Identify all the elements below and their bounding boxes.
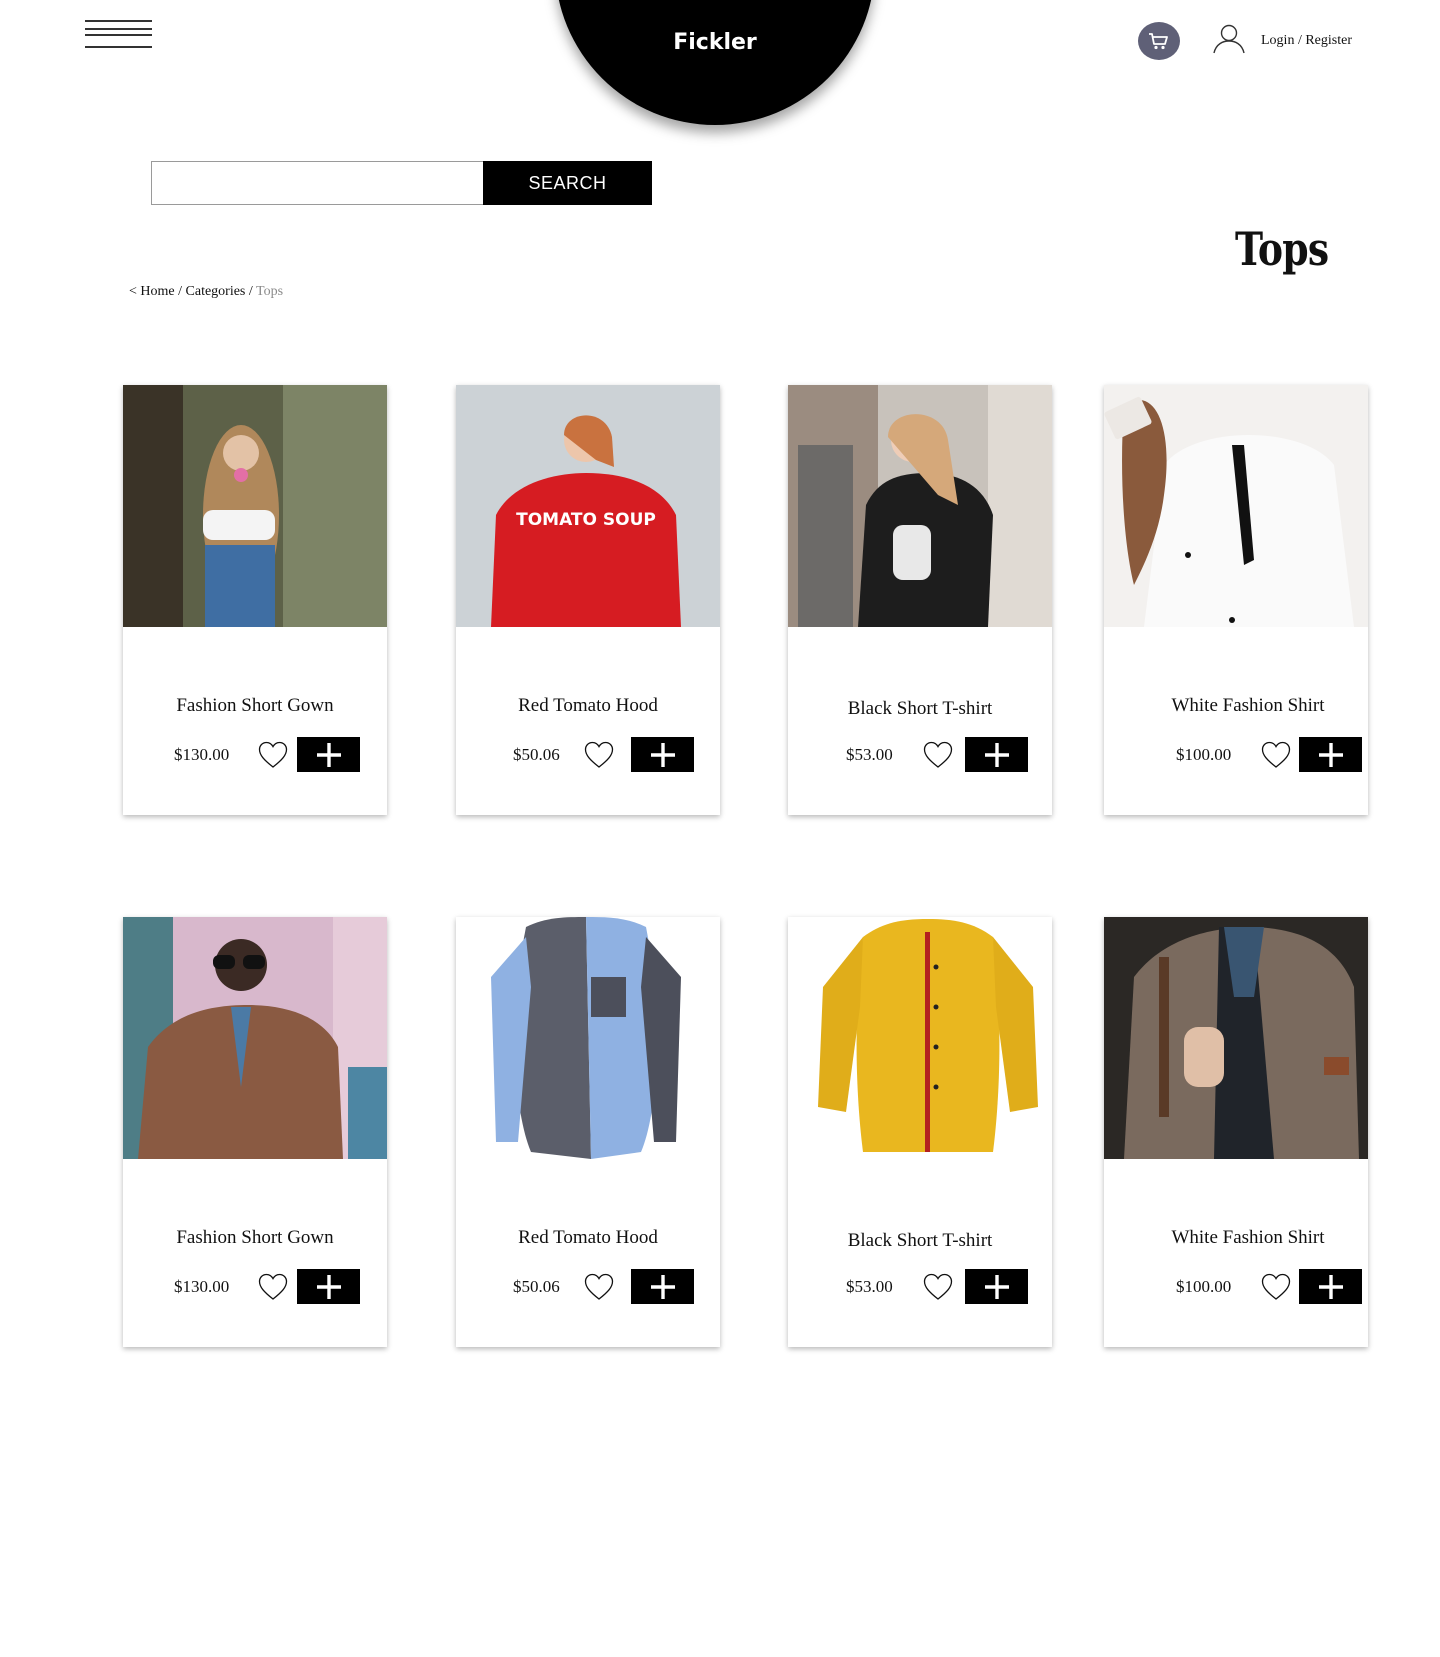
add-to-cart-button[interactable] <box>631 1269 694 1304</box>
product-card[interactable]: Black Short T-shirt $53.00 <box>788 917 1052 1347</box>
add-to-cart-button[interactable] <box>631 737 694 772</box>
cart-button[interactable] <box>1138 22 1180 60</box>
breadcrumb-separator: / <box>178 284 183 299</box>
hamburger-menu-icon[interactable] <box>85 20 152 48</box>
product-image[interactable]: TOMATO SOUP <box>456 385 720 627</box>
breadcrumb-back[interactable]: < <box>129 284 137 299</box>
plus-icon <box>650 742 675 767</box>
add-to-cart-button[interactable] <box>965 737 1028 772</box>
product-price: $50.06 <box>513 745 560 764</box>
plus-icon <box>650 1274 675 1299</box>
product-price: $130.00 <box>174 745 230 764</box>
product-card[interactable]: Fashion Short Gown $130.00 <box>123 385 387 815</box>
plus-icon <box>984 1274 1009 1299</box>
heart-icon[interactable] <box>923 1273 953 1301</box>
heart-icon[interactable] <box>584 741 614 769</box>
shirt-print: TOMATO SOUP <box>516 510 656 530</box>
heart-icon[interactable] <box>1261 1273 1291 1301</box>
search-button[interactable]: SEARCH <box>483 161 652 205</box>
breadcrumb-home[interactable]: Home <box>140 284 174 299</box>
product-card[interactable]: White Fashion Shirt $100.00 <box>1104 385 1368 815</box>
product-price: $130.00 <box>174 1277 230 1296</box>
product-card[interactable]: Red Tomato Hood $50.06 <box>456 917 720 1347</box>
product-image[interactable] <box>1104 917 1368 1159</box>
add-to-cart-button[interactable] <box>297 1269 360 1304</box>
product-image[interactable] <box>123 385 387 627</box>
product-name[interactable]: White Fashion Shirt <box>1116 1227 1380 1249</box>
product-price: $53.00 <box>846 745 893 764</box>
product-name[interactable]: Black Short T-shirt <box>788 1230 1052 1252</box>
product-price: $100.00 <box>1176 745 1232 764</box>
logo-badge[interactable] <box>555 0 875 125</box>
login-register-link[interactable]: Login / Register <box>1261 33 1352 49</box>
search-input[interactable] <box>151 161 483 205</box>
product-card[interactable]: Black Short T-shirt $53.00 <box>788 385 1052 815</box>
user-icon[interactable] <box>1212 24 1246 54</box>
product-image[interactable] <box>788 917 1052 1159</box>
heart-icon[interactable] <box>258 1273 288 1301</box>
add-to-cart-button[interactable] <box>965 1269 1028 1304</box>
product-image[interactable] <box>788 385 1052 627</box>
breadcrumb: < Home / Categories / Tops <box>129 284 283 300</box>
page-title: Tops <box>1235 222 1329 276</box>
plus-icon <box>1318 742 1343 767</box>
add-to-cart-button[interactable] <box>1299 737 1362 772</box>
product-name[interactable]: White Fashion Shirt <box>1116 695 1380 717</box>
product-image[interactable] <box>1104 385 1368 627</box>
product-image[interactable] <box>123 917 387 1159</box>
product-card[interactable]: White Fashion Shirt $100.00 <box>1104 917 1368 1347</box>
product-price: $100.00 <box>1176 1277 1232 1296</box>
product-image[interactable] <box>456 917 720 1159</box>
plus-icon <box>316 1274 341 1299</box>
breadcrumb-separator: / <box>248 284 253 299</box>
heart-icon[interactable] <box>1261 741 1291 769</box>
breadcrumb-current: Tops <box>256 284 284 299</box>
cart-icon <box>1149 33 1168 50</box>
heart-icon[interactable] <box>584 1273 614 1301</box>
product-name[interactable]: Fashion Short Gown <box>123 695 387 717</box>
product-card[interactable]: Fashion Short Gown $130.00 <box>123 917 387 1347</box>
add-to-cart-button[interactable] <box>1299 1269 1362 1304</box>
heart-icon[interactable] <box>258 741 288 769</box>
plus-icon <box>984 742 1009 767</box>
product-name[interactable]: Red Tomato Hood <box>456 1227 720 1249</box>
add-to-cart-button[interactable] <box>297 737 360 772</box>
heart-icon[interactable] <box>923 741 953 769</box>
product-name[interactable]: Fashion Short Gown <box>123 1227 387 1249</box>
breadcrumb-categories[interactable]: Categories <box>186 284 246 299</box>
product-price: $53.00 <box>846 1277 893 1296</box>
product-name[interactable]: Red Tomato Hood <box>456 695 720 717</box>
brand-logo[interactable]: Fickler <box>555 30 875 55</box>
plus-icon <box>1318 1274 1343 1299</box>
plus-icon <box>316 742 341 767</box>
product-price: $50.06 <box>513 1277 560 1296</box>
product-name[interactable]: Black Short T-shirt <box>788 698 1052 720</box>
product-card[interactable]: TOMATO SOUP Red Tomato Hood $50.06 <box>456 385 720 815</box>
